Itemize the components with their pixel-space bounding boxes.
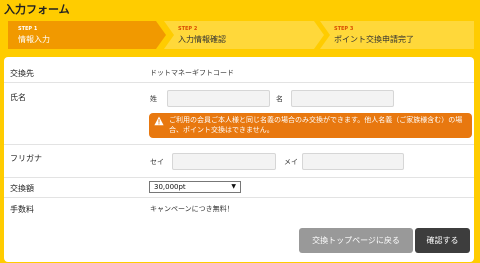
name-alert-text: ご利用の会員ご本人様と同じ名義の場合のみ交換ができます。他人名義（ご家族様含む）… [169,116,463,134]
step-1: STEP 1 情報入力 [8,21,166,49]
kana-last-input[interactable] [172,153,276,170]
step-3: STEP 3 ポイント交換申請完了 [320,21,474,49]
exchange-dest-label: 交換先 [10,69,34,78]
step-progress: STEP 1 情報入力 STEP 2 入力情報確認 STEP 3 ポイント交換申… [8,21,474,49]
first-name-label: 名 [276,95,283,103]
dropdown-arrow-icon: ▼ [231,183,236,190]
last-name-label: 姓 [150,95,157,103]
exchange-dest-value: ドットマネーギフトコード [150,69,234,77]
form-card: 交換先 ドットマネーギフトコード 氏名 姓 名 ご利用の会員ご本人様と同じ名義の… [4,57,474,262]
step-2: STEP 2 入力情報確認 [164,21,324,49]
step-1-label: 情報入力 [18,35,50,44]
kana-first-label: メイ [284,158,298,166]
step-1-number: STEP 1 [18,26,38,32]
step-3-label: ポイント交換申請完了 [334,35,414,44]
fee-value: キャンペーンにつき無料！ [150,205,234,213]
amount-select[interactable]: 30,000pt ▼ [149,181,241,193]
row-fee: 手数料 キャンペーンにつき無料！ [4,199,474,217]
row-exchange-dest: 交換先 ドットマネーギフトコード [4,57,474,83]
step-2-label: 入力情報確認 [178,35,226,44]
step-2-number: STEP 2 [178,26,198,32]
kana-first-input[interactable] [302,153,404,170]
step-3-number: STEP 3 [334,26,354,32]
name-label: 氏名 [10,93,26,102]
row-name: 氏名 姓 名 ご利用の会員ご本人様と同じ名義の場合のみ交換ができます。他人名義（… [4,84,474,145]
amount-selected-value: 30,000pt [154,183,186,191]
last-name-input[interactable] [167,90,270,107]
first-name-input[interactable] [291,90,394,107]
kana-label: フリガナ [10,154,42,163]
name-alert: ご利用の会員ご本人様と同じ名義の場合のみ交換ができます。他人名義（ご家族様含む）… [149,113,472,138]
back-to-top-button[interactable]: 交換トップページに戻る [299,228,413,253]
row-kana: フリガナ セイ メイ [4,146,474,178]
amount-label: 交換額 [10,184,34,193]
page-title: 入力フォーム [4,3,70,16]
kana-last-label: セイ [150,158,164,166]
confirm-button[interactable]: 確認する [415,228,470,253]
warning-icon [154,116,164,126]
fee-label: 手数料 [10,205,34,214]
row-amount: 交換額 30,000pt ▼ [4,179,474,198]
